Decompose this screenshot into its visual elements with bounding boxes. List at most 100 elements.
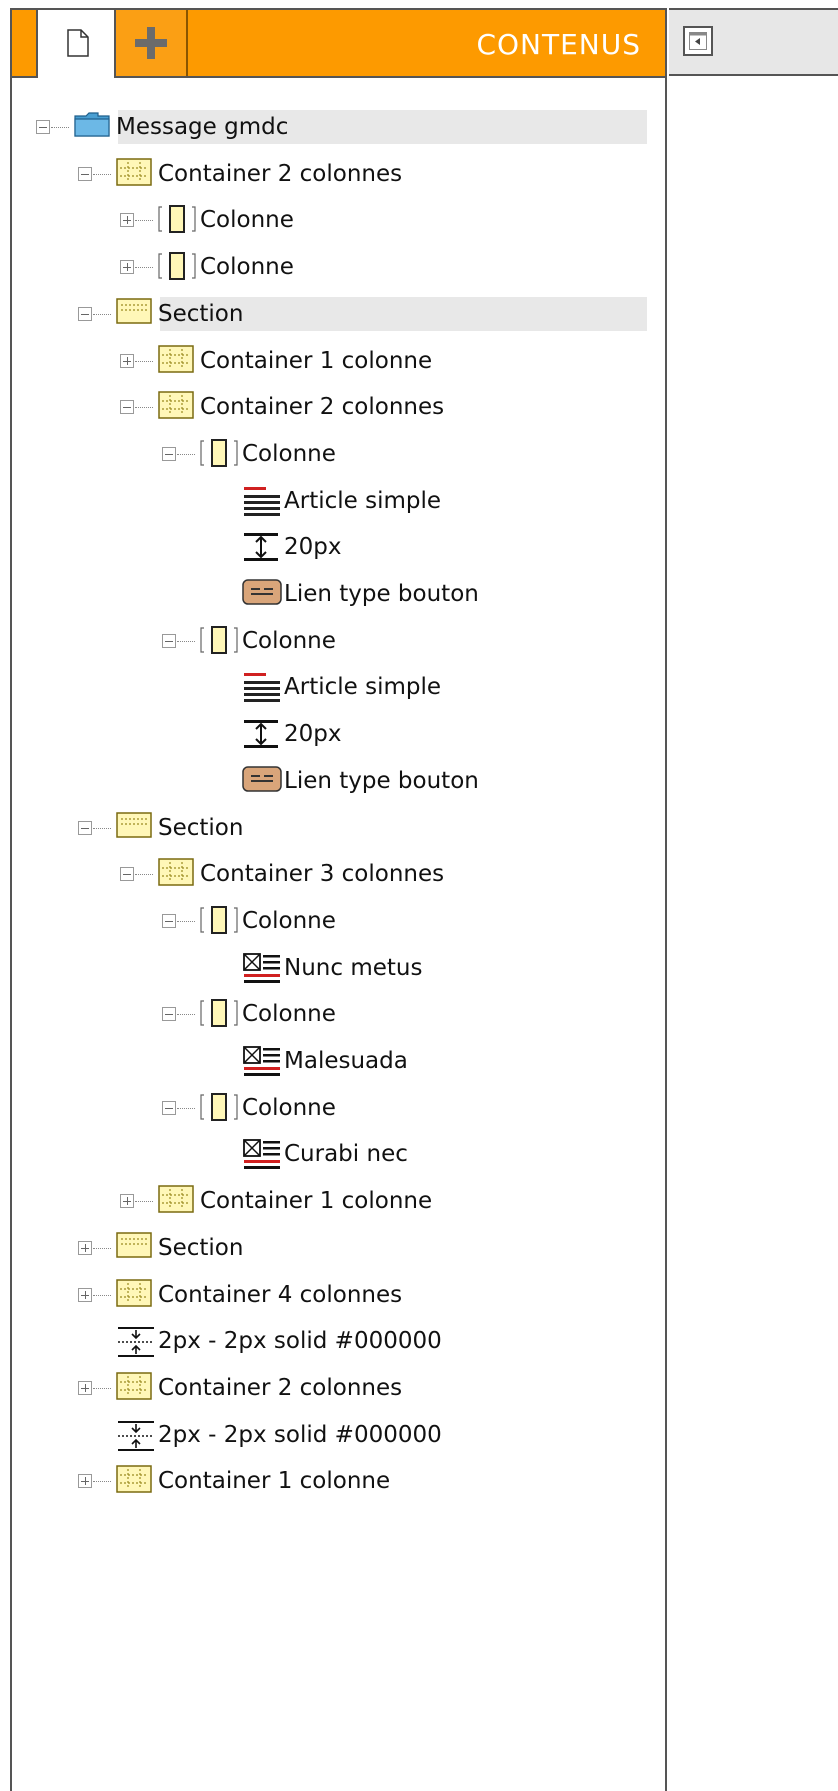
tree-node[interactable]: Container 2 colonnes	[12, 157, 665, 191]
tree-node[interactable]: Colonne	[12, 1091, 665, 1125]
tree-node[interactable]: Curabi nec	[12, 1137, 665, 1171]
tree-node-label: Lien type bouton	[284, 581, 479, 607]
tree-node[interactable]: Container 4 colonnes	[12, 1278, 665, 1312]
column-icon	[200, 438, 238, 472]
tree-node-label: Container 1 colonne	[200, 1188, 433, 1215]
tree-connector	[135, 360, 153, 362]
tree-connector	[177, 640, 195, 642]
tree-node[interactable]: Container 1 colonne	[12, 1464, 665, 1498]
tree-node[interactable]: Article simple	[12, 670, 665, 704]
tree-node[interactable]: Nunc metus	[12, 951, 665, 985]
tree-node-label: Nunc metus	[284, 954, 423, 981]
tree-node-label: Container 4 colonnes	[158, 1281, 403, 1308]
container-icon	[116, 157, 152, 190]
container-icon	[116, 1465, 152, 1497]
tree-node-label: Colonne	[200, 207, 294, 234]
tree-node[interactable]: Section	[12, 811, 665, 845]
collapse-toggle-icon[interactable]	[36, 120, 50, 134]
tree-node[interactable]: Message gmdc	[12, 110, 665, 144]
section-icon	[116, 298, 152, 328]
article-icon	[242, 671, 282, 707]
expand-toggle-icon[interactable]	[78, 1474, 92, 1489]
tree-connector	[93, 313, 111, 315]
tree-connector	[93, 1481, 111, 1483]
collapse-toggle-icon[interactable]	[78, 166, 92, 181]
tree-node[interactable]: 2px - 2px solid #000000	[12, 1324, 665, 1358]
side-strip	[669, 8, 838, 76]
collapse-toggle-icon[interactable]	[162, 446, 176, 461]
tree-node-label: Container 1 colonne	[158, 1468, 391, 1495]
tree-node[interactable]: Colonne	[12, 997, 665, 1031]
collapse-left-icon	[689, 32, 707, 50]
expand-toggle-icon[interactable]	[120, 213, 134, 228]
collapse-toggle-icon[interactable]	[120, 867, 134, 882]
tree-node[interactable]: 2px - 2px solid #000000	[12, 1418, 665, 1452]
tree-node[interactable]: 20px	[12, 530, 665, 564]
tree-node[interactable]: Container 1 colonne	[12, 344, 665, 378]
image-text-icon	[242, 1138, 282, 1176]
expand-toggle-icon[interactable]	[78, 1380, 92, 1395]
tree-node[interactable]: 20px	[12, 717, 665, 751]
tree-node[interactable]: Malesuada	[12, 1044, 665, 1078]
tree-node[interactable]: Colonne	[12, 250, 665, 284]
spacer-icon	[242, 531, 280, 567]
tree-node[interactable]: Article simple	[12, 484, 665, 518]
column-icon	[200, 998, 238, 1032]
collapse-toggle-icon[interactable]	[78, 306, 92, 321]
section-icon	[116, 1232, 152, 1262]
column-icon	[200, 905, 238, 939]
tree-node-label: 2px - 2px solid #000000	[158, 1421, 442, 1448]
collapse-toggle-icon[interactable]	[162, 1007, 176, 1022]
contents-panel: CONTENUS Message gmdc Container 2 colonne…	[10, 8, 667, 1791]
tree-node[interactable]: Lien type bouton	[12, 764, 665, 798]
column-icon	[200, 625, 238, 659]
expand-toggle-icon[interactable]	[78, 1240, 92, 1255]
tree-node-label: Curabi nec	[284, 1141, 408, 1168]
column-icon	[200, 1092, 238, 1126]
collapse-toggle-icon[interactable]	[78, 820, 92, 835]
container-icon	[116, 1278, 152, 1311]
tree-node-label: Malesuada	[284, 1048, 408, 1074]
tree-node-label: Colonne	[242, 627, 336, 654]
tree-connector	[93, 827, 111, 829]
column-icon	[158, 251, 196, 285]
tree-node[interactable]: Container 2 colonnes	[12, 1371, 665, 1405]
tree-node-label: Section	[158, 1234, 244, 1261]
divider-icon	[116, 1325, 156, 1363]
tree-connector	[135, 220, 153, 222]
tree-node[interactable]: Lien type bouton	[12, 577, 665, 611]
collapse-toggle-icon[interactable]	[162, 633, 176, 648]
expand-toggle-icon[interactable]	[78, 1287, 92, 1302]
container-icon	[116, 1372, 152, 1404]
tree-node[interactable]: Container 3 colonnes	[12, 857, 665, 891]
tree-node[interactable]: Container 2 colonnes	[12, 390, 665, 424]
image-text-icon	[242, 1045, 282, 1083]
tree-connector	[177, 1107, 195, 1109]
collapse-toggle-icon[interactable]	[162, 1100, 176, 1115]
collapse-toggle-icon[interactable]	[120, 400, 134, 415]
expand-toggle-icon[interactable]	[120, 260, 134, 275]
folder-icon	[74, 111, 110, 141]
tab-add[interactable]	[116, 10, 188, 76]
tree-node[interactable]: Container 1 colonne	[12, 1184, 665, 1218]
tree-node[interactable]: Colonne	[12, 203, 665, 237]
header-title: CONTENUS	[476, 28, 641, 61]
tree-node-label: Colonne	[242, 1094, 336, 1121]
tab-document[interactable]	[36, 10, 116, 78]
tree-connector	[177, 1014, 195, 1016]
collapse-button[interactable]	[683, 26, 713, 56]
tree-node-label: Container 2 colonnes	[158, 1374, 403, 1401]
tree-node[interactable]: Colonne	[12, 624, 665, 658]
tree-node-label: Container 2 colonnes	[158, 160, 403, 187]
tree-connector	[177, 453, 195, 455]
tree-node[interactable]: Section	[12, 296, 665, 331]
collapse-toggle-icon[interactable]	[162, 913, 176, 928]
container-icon	[158, 391, 194, 423]
tree-node[interactable]: Colonne	[12, 904, 665, 938]
container-icon	[158, 858, 194, 890]
expand-toggle-icon[interactable]	[120, 353, 134, 368]
expand-toggle-icon[interactable]	[120, 1194, 134, 1209]
image-text-icon	[242, 952, 282, 990]
tree-node[interactable]: Section	[12, 1231, 665, 1265]
tree-node[interactable]: Colonne	[12, 437, 665, 471]
